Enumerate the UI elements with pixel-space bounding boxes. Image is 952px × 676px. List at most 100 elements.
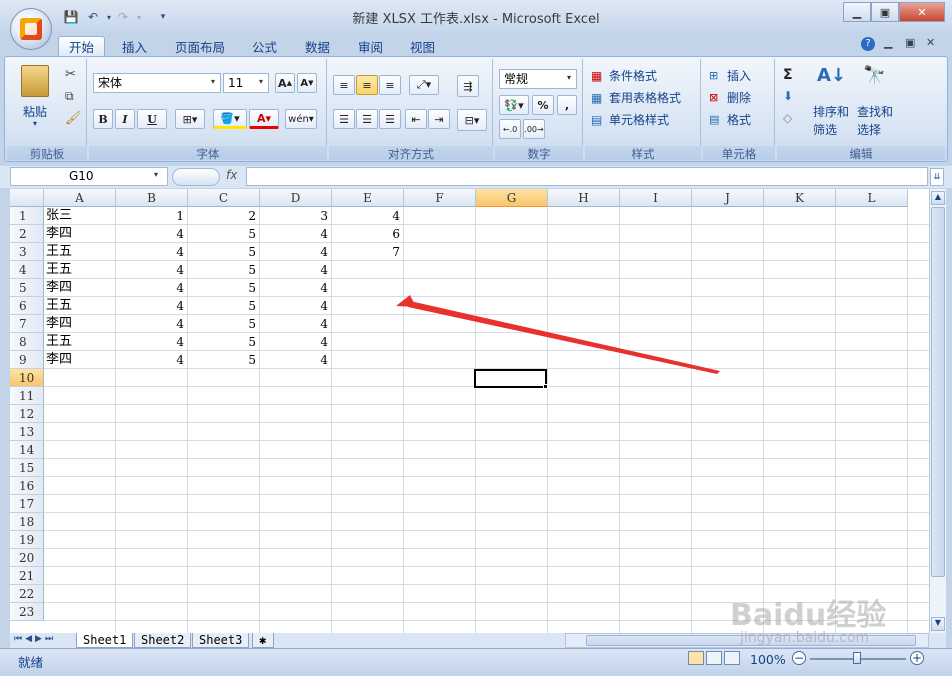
border-icon[interactable]: ⊞▾	[175, 109, 205, 129]
cells-group-label: 单元格	[703, 146, 775, 161]
format-cells-button[interactable]: 格式	[727, 111, 751, 128]
number-format-dropdown-icon[interactable]: ▾	[567, 73, 571, 82]
number-format-select[interactable]: 常规	[499, 69, 577, 89]
italic-button[interactable]: I	[115, 109, 135, 129]
find-select-label-2[interactable]: 选择	[857, 121, 881, 138]
currency-icon[interactable]: 💱▾	[499, 95, 529, 115]
sheet-tab-1[interactable]: Sheet1	[76, 633, 134, 648]
align-middle-icon[interactable]: ≡	[356, 75, 378, 95]
align-top-icon[interactable]: ≡	[333, 75, 355, 95]
align-right-icon[interactable]: ☰	[379, 109, 401, 129]
format-painter-icon[interactable]: 🖌	[65, 111, 82, 126]
cell-styles-button[interactable]: 单元格样式	[609, 111, 669, 128]
bold-button[interactable]: B	[93, 109, 113, 129]
fill-icon[interactable]: ⬇	[783, 89, 793, 103]
scroll-up-icon[interactable]: ▲	[931, 191, 945, 205]
office-button[interactable]	[10, 8, 52, 50]
conditional-format-button[interactable]: 条件格式	[609, 67, 657, 84]
sort-filter-icon[interactable]: A↓	[817, 65, 846, 86]
sheet-nav-icon[interactable]: ⏮◀▶⏭	[14, 634, 56, 644]
font-size-dropdown-icon[interactable]: ▾	[259, 77, 263, 86]
zoom-level[interactable]: 100%	[750, 652, 786, 667]
maximize-button[interactable]: ▣	[871, 2, 899, 22]
alignment-group-label: 对齐方式	[329, 146, 493, 161]
scroll-down-icon[interactable]: ▼	[931, 617, 945, 631]
group-alignment: ≡ ≡ ≡ ⤢▾ ⇶ ☰ ☰ ☰ ⇤ ⇥ ⊟▾ 对齐方式	[329, 59, 493, 161]
increase-indent-icon[interactable]: ⇥	[428, 109, 450, 129]
clear-icon[interactable]: ◇	[783, 111, 792, 125]
underline-button[interactable]: U	[137, 109, 167, 129]
tab-data[interactable]: 数据	[295, 36, 340, 56]
ribbon: 粘贴 ▾ ✂ ⧉ 🖌 剪贴板 宋体 ▾ 11 ▾ A ▲ A ▼ B I U ⊞▾ …	[4, 56, 948, 162]
insert-cells-button[interactable]: 插入	[727, 67, 751, 84]
number-group-label: 数字	[495, 146, 583, 161]
watermark-logo: Baidu经验	[730, 598, 887, 633]
tab-view[interactable]: 视图	[400, 36, 445, 56]
normal-view-icon[interactable]	[688, 651, 704, 665]
ribbon-restore-icon[interactable]: ▣	[905, 36, 915, 49]
wrap-text-icon[interactable]: ⇶	[457, 75, 479, 97]
name-box-dropdown-icon[interactable]: ▾	[154, 170, 158, 179]
find-select-icon[interactable]: 🔭	[863, 65, 885, 86]
tab-insert[interactable]: 插入	[112, 36, 157, 56]
close-button[interactable]: ✕	[899, 2, 945, 22]
shrink-font-button[interactable]: A ▼	[297, 73, 317, 93]
tab-formulas[interactable]: 公式	[242, 36, 287, 56]
formula-input[interactable]	[246, 167, 928, 186]
phonetic-icon[interactable]: wén▾	[285, 109, 317, 129]
page-break-view-icon[interactable]	[724, 651, 740, 665]
vertical-scroll-thumb[interactable]	[931, 207, 945, 577]
vertical-scrollbar[interactable]: ▲ ▼	[929, 189, 946, 633]
autosum-button[interactable]: Σ	[783, 67, 793, 83]
ribbon-close-icon[interactable]: ✕	[926, 36, 935, 49]
font-name-dropdown-icon[interactable]: ▾	[211, 77, 215, 86]
tab-page-layout[interactable]: 页面布局	[165, 36, 235, 56]
minimize-button[interactable]: ▁	[843, 2, 871, 22]
decrease-indent-icon[interactable]: ⇤	[405, 109, 427, 129]
align-center-icon[interactable]: ☰	[356, 109, 378, 129]
help-icon[interactable]: ?	[861, 37, 875, 51]
formula-bar-expander[interactable]	[172, 168, 220, 186]
group-number: 常规 ▾ 💱▾ % , ←.0 .00→ 数字	[495, 59, 583, 161]
font-group-label: 字体	[89, 146, 327, 161]
tab-review[interactable]: 审阅	[348, 36, 393, 56]
grow-font-button[interactable]: A ▲	[275, 73, 295, 93]
clipboard-group-label: 剪贴板	[7, 146, 87, 161]
worksheet-grid[interactable]: ABCDEFGHIJKL 1 2 3 4 5 6 7 8 9 10 11 12 13 14 15 16 17 18…	[10, 189, 929, 633]
comma-button[interactable]: ,	[557, 95, 577, 115]
font-color-icon[interactable]: A▾	[249, 109, 279, 129]
tab-home[interactable]: 开始	[58, 36, 106, 56]
delete-cells-button[interactable]: 删除	[727, 89, 751, 106]
paste-button-label[interactable]: 粘贴	[23, 103, 47, 120]
table-format-icon: ▦	[591, 91, 603, 105]
font-name-select[interactable]: 宋体	[93, 73, 221, 93]
copy-icon[interactable]: ⧉	[65, 89, 74, 104]
align-bottom-icon[interactable]: ≡	[379, 75, 401, 95]
insert-function-icon[interactable]: fx	[226, 168, 237, 182]
align-left-icon[interactable]: ☰	[333, 109, 355, 129]
sheet-tab-2[interactable]: Sheet2	[134, 633, 192, 648]
increase-decimal-icon[interactable]: ←.0	[499, 119, 521, 139]
percent-button[interactable]: %	[532, 95, 554, 115]
zoom-slider-thumb[interactable]	[853, 652, 861, 664]
format-as-table-button[interactable]: 套用表格格式	[609, 89, 681, 106]
styles-group-label: 样式	[585, 146, 701, 161]
find-select-label[interactable]: 查找和	[857, 103, 893, 120]
decrease-decimal-icon[interactable]: .00→	[523, 119, 545, 139]
formula-expand-icon[interactable]: ⇊	[930, 168, 944, 186]
paste-dropdown-icon[interactable]: ▾	[33, 119, 37, 128]
orientation-icon[interactable]: ⤢▾	[409, 75, 439, 95]
sort-filter-label-2[interactable]: 筛选	[813, 121, 837, 138]
name-box[interactable]: G10	[10, 167, 168, 186]
ribbon-minimize-icon[interactable]: ▁	[884, 36, 892, 49]
insert-sheet-icon[interactable]: ✱	[252, 633, 274, 648]
page-layout-view-icon[interactable]	[706, 651, 722, 665]
cut-icon[interactable]: ✂	[65, 67, 76, 82]
sheet-tab-3[interactable]: Sheet3	[192, 633, 250, 648]
zoom-out-icon[interactable]: −	[792, 651, 806, 665]
paste-icon[interactable]	[21, 65, 49, 97]
fill-color-icon[interactable]: 🪣▾	[213, 109, 247, 129]
merge-center-icon[interactable]: ⊟▾	[457, 109, 487, 131]
zoom-in-icon[interactable]: +	[910, 651, 924, 665]
sort-filter-label[interactable]: 排序和	[813, 103, 849, 120]
